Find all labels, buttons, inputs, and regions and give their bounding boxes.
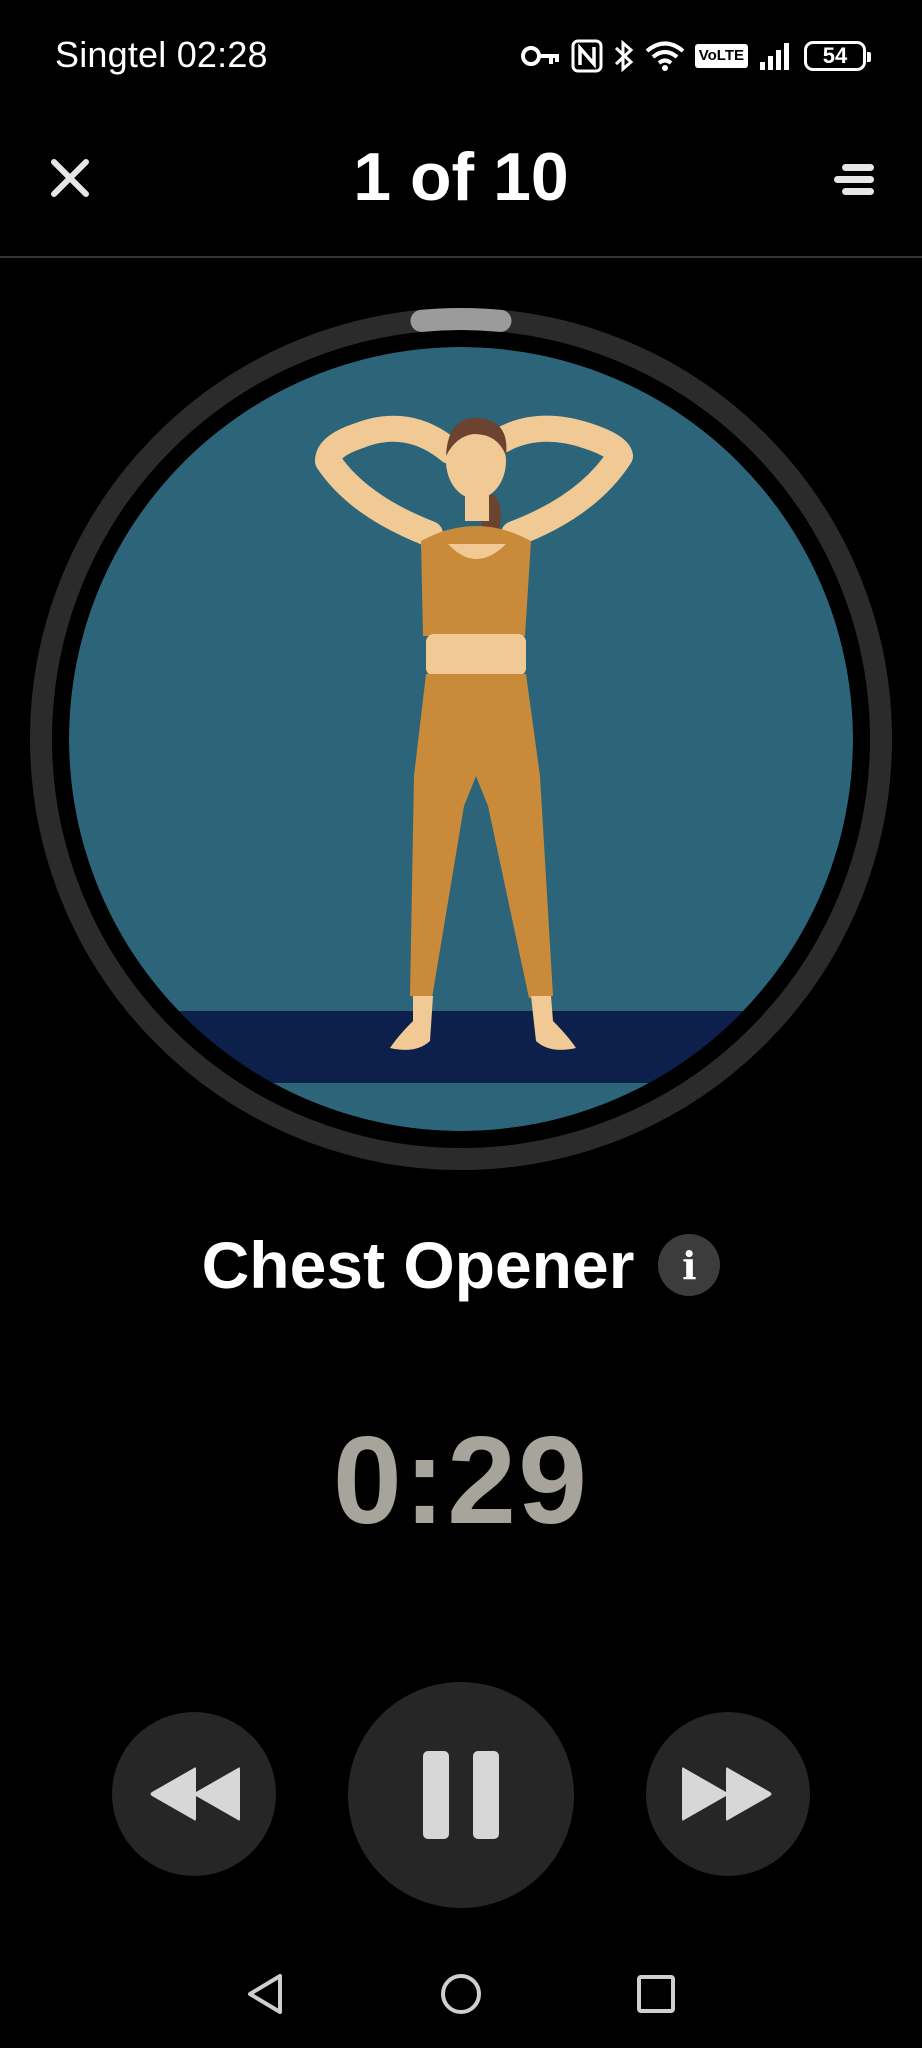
wifi-icon (645, 41, 684, 71)
recent-square-icon (637, 1975, 675, 2013)
nav-home-button[interactable] (429, 1962, 493, 2026)
ring-progress-arc (410, 308, 512, 332)
volte-icon: VoLTE (694, 44, 748, 68)
battery-icon: 54 (804, 41, 871, 71)
clock: 02:28 (176, 34, 268, 75)
info-icon: i (682, 1242, 697, 1288)
pause-icon (423, 1751, 499, 1839)
next-exercise-button[interactable] (646, 1712, 810, 1876)
exercise-title-row: Chest Opener i (0, 1220, 922, 1310)
bluetooth-icon (614, 39, 633, 73)
exercise-name: Chest Opener (201, 1228, 635, 1302)
system-nav-bar (0, 1940, 922, 2048)
status-icons: VoLTE 54 (520, 36, 871, 76)
pause-button[interactable] (348, 1682, 574, 1908)
menu-icon (834, 164, 874, 195)
rewind-icon (150, 1767, 240, 1821)
home-circle-icon (441, 1974, 481, 2014)
volte-label: VoLTE (698, 47, 744, 64)
carrier-time: Singtel 02:28 (55, 34, 268, 76)
key-icon (520, 46, 559, 66)
carrier-label: Singtel (55, 34, 167, 75)
workout-header: 1 of 10 (0, 110, 922, 258)
nfc-icon (571, 39, 603, 73)
exercise-counter: 1 of 10 (353, 139, 569, 215)
info-button[interactable]: i (658, 1234, 721, 1296)
countdown-timer: 0:29 (332, 1412, 590, 1550)
signal-icon (760, 43, 789, 70)
exercise-progress-ring (28, 306, 894, 1172)
back-triangle-icon (248, 1974, 282, 2014)
nav-back-button[interactable] (234, 1962, 298, 2026)
nav-recent-apps-button[interactable] (624, 1962, 688, 2026)
fast-forward-icon (682, 1767, 772, 1821)
exercise-illustration (30, 308, 892, 1170)
menu-button[interactable] (822, 148, 886, 212)
previous-exercise-button[interactable] (112, 1712, 276, 1876)
battery-level: 54 (822, 43, 848, 68)
status-bar: Singtel 02:28 VoLTE 54 (0, 0, 922, 110)
